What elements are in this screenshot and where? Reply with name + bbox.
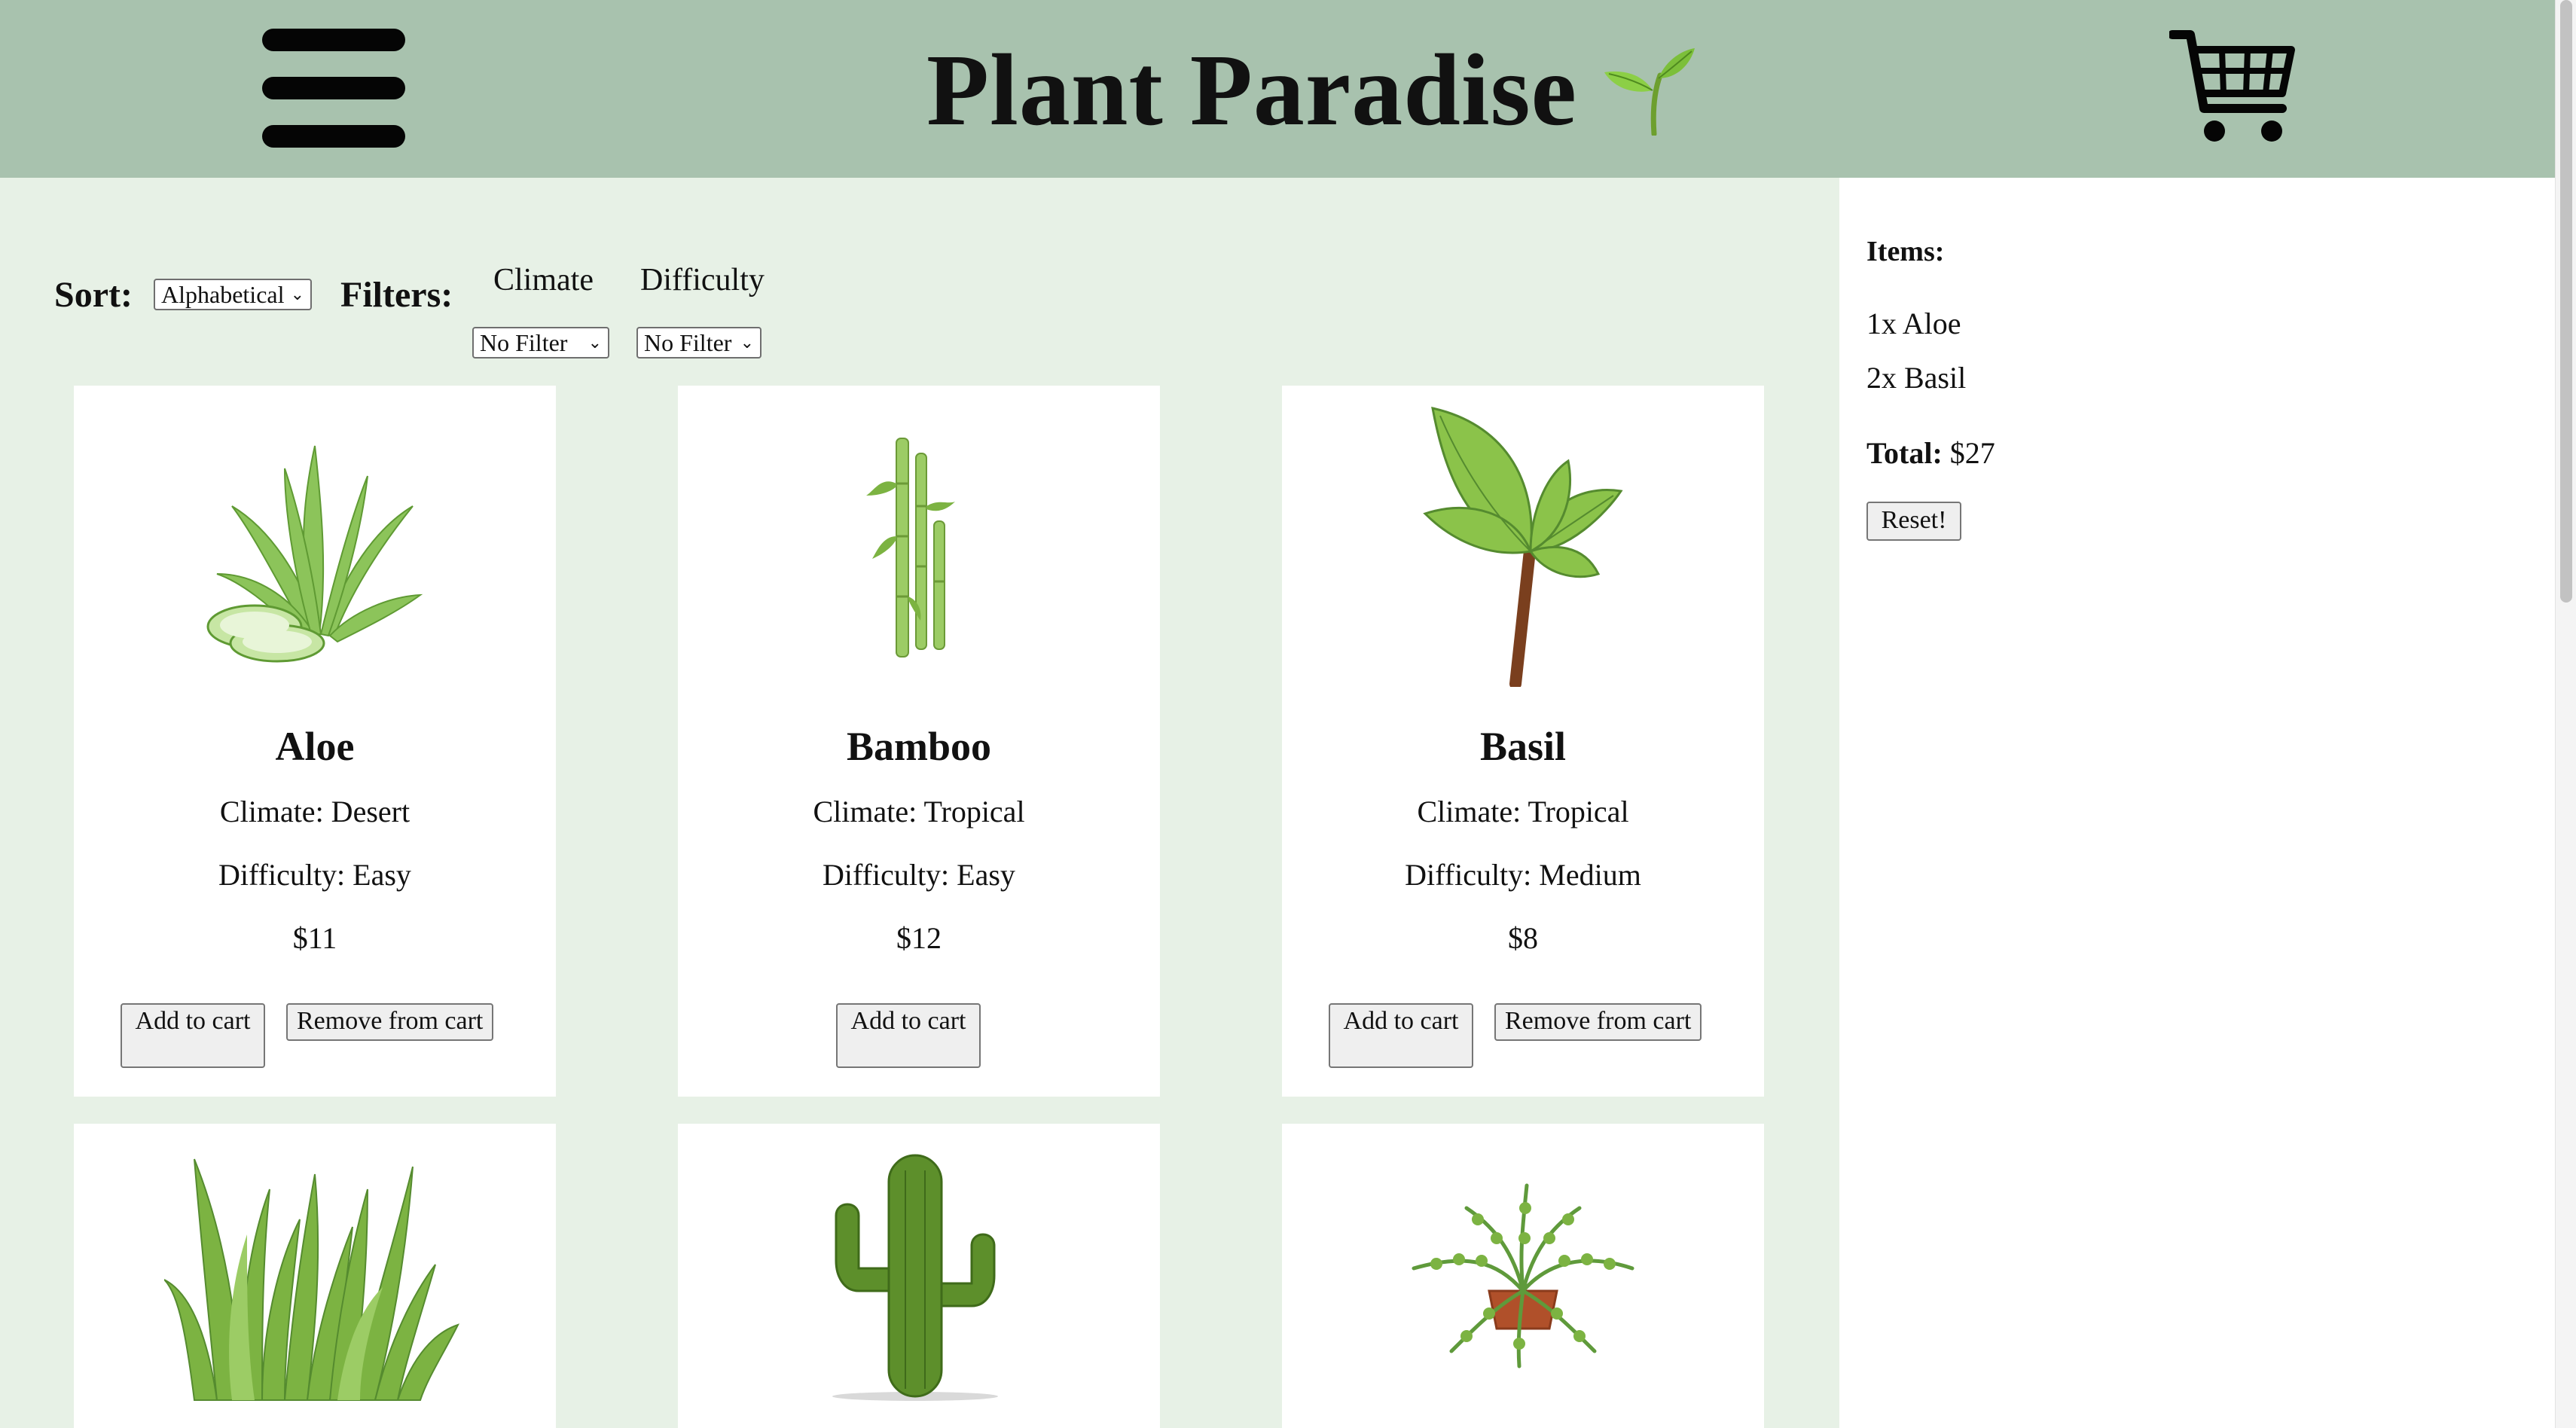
cart-total-label: Total: bbox=[1866, 436, 1943, 470]
site-title: Plant Paradise bbox=[926, 30, 1698, 151]
aloe-image bbox=[74, 386, 556, 702]
product-difficulty: Difficulty: Medium bbox=[1405, 858, 1641, 892]
shopping-cart-icon[interactable] bbox=[2169, 27, 2296, 148]
product-climate: Climate: Tropical bbox=[813, 795, 1025, 828]
cart-total: Total: $27 bbox=[1866, 435, 1995, 471]
product-card-bamboo: Bamboo Climate: Tropical Difficulty: Eas… bbox=[678, 386, 1160, 1097]
hamburger-menu-icon[interactable] bbox=[262, 29, 405, 148]
product-name: Basil bbox=[1479, 724, 1567, 769]
sort-select[interactable]: Alphabetical ⌄ bbox=[154, 279, 312, 310]
add-to-cart-button[interactable]: Add to cart bbox=[836, 1003, 981, 1068]
product-difficulty: Difficulty: Easy bbox=[823, 858, 1015, 892]
chevron-down-icon: ⌄ bbox=[740, 333, 754, 352]
product-name: Bamboo bbox=[846, 724, 992, 769]
product-price: $12 bbox=[896, 921, 942, 955]
chevron-down-icon: ⌄ bbox=[290, 285, 304, 304]
add-to-cart-button[interactable]: Add to cart bbox=[1329, 1003, 1473, 1068]
chevron-down-icon: ⌄ bbox=[588, 333, 602, 352]
sort-select-value: Alphabetical bbox=[161, 281, 285, 308]
bamboo-image bbox=[678, 386, 1160, 702]
reset-cart-button[interactable]: Reset! bbox=[1866, 502, 1961, 541]
cart-total-value: $27 bbox=[1949, 436, 1995, 470]
page-scrollbar[interactable] bbox=[2555, 0, 2576, 1428]
cactus-image bbox=[678, 1124, 1160, 1428]
filters-label: Filters: bbox=[340, 275, 453, 315]
product-card-fern bbox=[1282, 1124, 1764, 1428]
cart-sidebar: Items: 1x Aloe 2x Basil Total: $27 Reset… bbox=[1839, 178, 2555, 1428]
product-climate: Climate: Desert bbox=[219, 795, 411, 828]
product-card-cactus bbox=[678, 1124, 1160, 1428]
product-price: $11 bbox=[292, 921, 337, 955]
difficulty-filter-select[interactable]: No Filter ⌄ bbox=[636, 327, 762, 359]
sort-label: Sort: bbox=[54, 275, 133, 315]
basil-image bbox=[1282, 386, 1764, 702]
product-name: Aloe bbox=[275, 724, 355, 769]
product-area: Sort: Alphabetical ⌄ Filters: Climate Di… bbox=[0, 178, 1839, 1428]
add-to-cart-button[interactable]: Add to cart bbox=[121, 1003, 265, 1068]
seedling-icon bbox=[1604, 48, 1695, 136]
fern-image bbox=[1282, 1124, 1764, 1428]
remove-from-cart-button[interactable]: Remove from cart bbox=[1494, 1003, 1702, 1041]
product-price: $8 bbox=[1508, 921, 1538, 955]
product-card-grass bbox=[74, 1124, 556, 1428]
cart-item-line: 1x Aloe bbox=[1866, 307, 1961, 340]
product-climate: Climate: Tropical bbox=[1417, 795, 1629, 828]
difficulty-filter-heading: Difficulty bbox=[640, 263, 765, 298]
site-header: Plant Paradise bbox=[0, 0, 2555, 178]
product-card-aloe: Aloe Climate: Desert Difficulty: Easy $1… bbox=[74, 386, 556, 1097]
product-difficulty: Difficulty: Easy bbox=[218, 858, 411, 892]
cart-items-label: Items: bbox=[1866, 236, 1945, 267]
cart-item-line: 2x Basil bbox=[1866, 361, 1967, 395]
product-card-basil: Basil Climate: Tropical Difficulty: Medi… bbox=[1282, 386, 1764, 1097]
scrollbar-thumb[interactable] bbox=[2560, 0, 2572, 603]
grass-image bbox=[74, 1124, 556, 1428]
climate-filter-select[interactable]: No Filter ⌄ bbox=[472, 327, 609, 359]
remove-from-cart-button[interactable]: Remove from cart bbox=[286, 1003, 494, 1041]
climate-filter-value: No Filter bbox=[480, 329, 568, 356]
climate-filter-heading: Climate bbox=[493, 263, 594, 298]
difficulty-filter-value: No Filter bbox=[644, 329, 732, 356]
site-title-text: Plant Paradise bbox=[926, 34, 1577, 147]
